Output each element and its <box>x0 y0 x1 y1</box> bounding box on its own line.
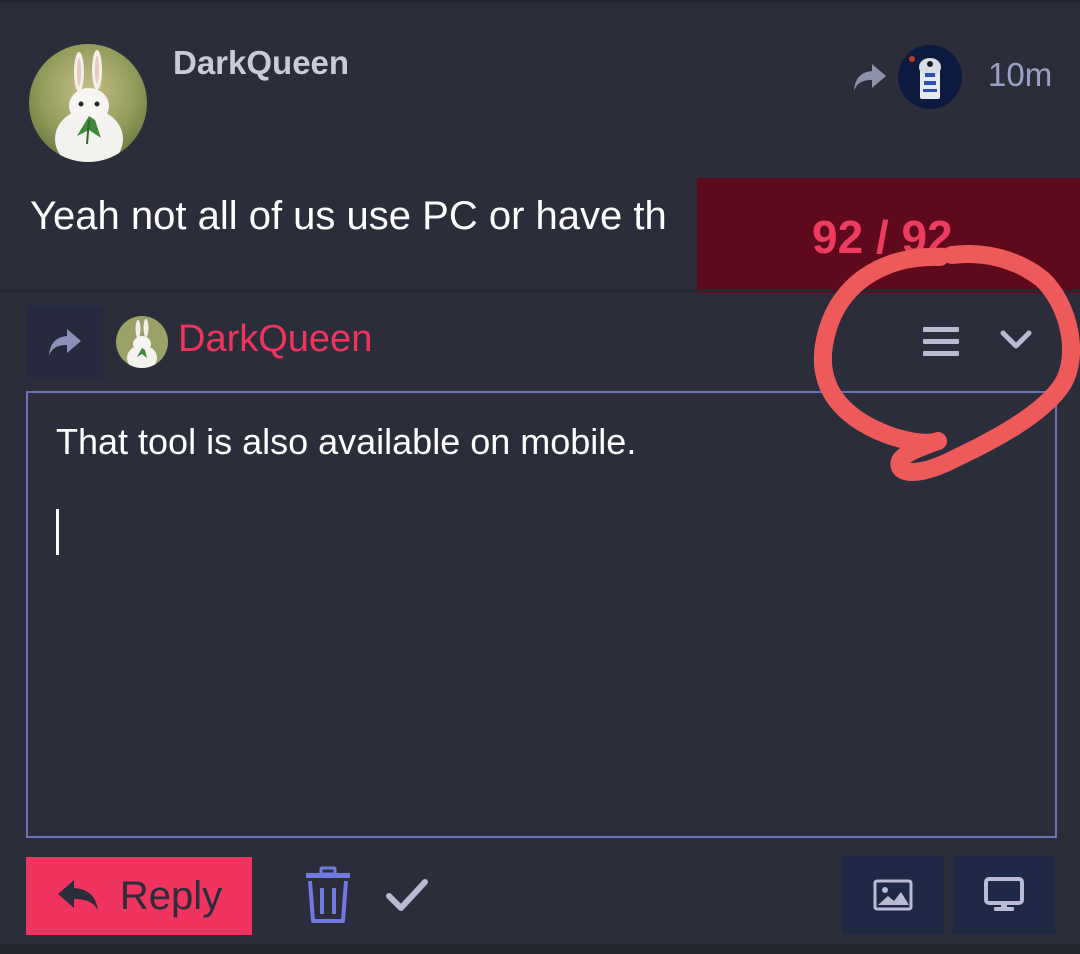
post-body: Yeah not all of us use PC or have th <box>30 194 667 238</box>
user-avatar[interactable] <box>29 44 147 162</box>
check-icon[interactable] <box>385 876 429 914</box>
share-arrow-icon <box>49 329 81 356</box>
preview-button[interactable] <box>953 856 1055 934</box>
image-icon <box>873 879 913 911</box>
quoted-user-avatar[interactable] <box>116 316 168 368</box>
chevron-down-icon[interactable] <box>998 325 1034 355</box>
text-cursor <box>56 509 59 555</box>
post-time: 10m <box>988 56 1053 93</box>
share-arrow-icon[interactable] <box>850 58 890 96</box>
monitor-icon <box>984 877 1024 911</box>
post-username[interactable]: DarkQueen <box>173 44 349 82</box>
reply-arrow-icon <box>57 880 98 910</box>
share-button[interactable] <box>27 306 103 378</box>
post-card: DarkQueen 10m Yeah not all of us use PC … <box>0 0 1080 293</box>
insert-image-button[interactable] <box>842 856 944 934</box>
bottom-strip <box>0 944 1080 954</box>
editor-text: That tool is also available on mobile. <box>56 421 637 462</box>
divider <box>0 290 1080 292</box>
page-counter: 92 / 92 <box>812 211 953 263</box>
reply-button-label: Reply <box>119 873 223 918</box>
sharer-avatar[interactable] <box>898 45 962 109</box>
trash-icon[interactable] <box>303 866 353 924</box>
reply-button[interactable]: Reply <box>26 857 252 935</box>
reply-editor[interactable]: That tool is also available on mobile. <box>26 391 1057 838</box>
hamburger-menu-icon[interactable] <box>920 322 962 362</box>
quoted-username[interactable]: DarkQueen <box>178 318 372 361</box>
